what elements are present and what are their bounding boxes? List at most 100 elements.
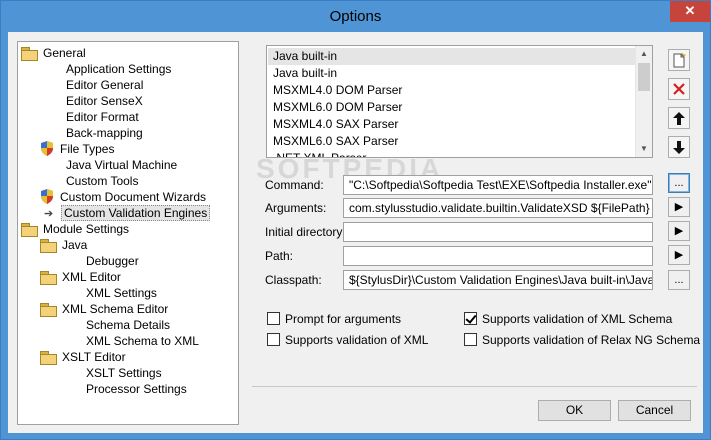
tree-item[interactable]: Processor Settings bbox=[84, 381, 189, 397]
command-field[interactable]: "C:\Softpedia\Softpedia Test\EXE\Softped… bbox=[343, 175, 653, 195]
list-item[interactable]: MSXML6.0 SAX Parser bbox=[268, 133, 636, 150]
tree-item[interactable]: XML Schema Editor bbox=[40, 301, 170, 317]
checkbox-box[interactable] bbox=[464, 312, 477, 325]
title-bar: Options ✕ bbox=[1, 1, 710, 32]
tree-item-label: XSLT Settings bbox=[86, 366, 162, 380]
arrow-up-icon bbox=[673, 111, 685, 125]
tree-item[interactable]: XML Editor bbox=[40, 269, 123, 285]
tree-item[interactable]: XML Schema to XML bbox=[84, 333, 201, 349]
tree-item-label: Editor SenseX bbox=[66, 94, 143, 108]
supports-xml-schema-checkbox[interactable]: Supports validation of XML Schema bbox=[464, 311, 672, 327]
scroll-up-arrow-icon[interactable]: ▲ bbox=[636, 46, 652, 62]
command-browse-button[interactable]: ... bbox=[668, 173, 690, 193]
folder-icon bbox=[40, 351, 57, 365]
tree-item-label: Java Virtual Machine bbox=[66, 158, 178, 172]
tree-item-label: Editor General bbox=[66, 78, 144, 92]
tree-item[interactable]: XSLT Editor bbox=[40, 349, 128, 365]
ok-button[interactable]: OK bbox=[538, 400, 611, 421]
tree-item[interactable]: Custom Document Wizards bbox=[40, 189, 208, 205]
tree-item-label: Custom Document Wizards bbox=[60, 190, 207, 204]
tree-item-label: XML Editor bbox=[62, 270, 121, 284]
scroll-thumb[interactable] bbox=[638, 63, 650, 91]
tree-item[interactable]: Debugger bbox=[84, 253, 141, 269]
supports-xml-checkbox[interactable]: Supports validation of XML bbox=[267, 332, 428, 348]
tree-item[interactable]: Editor Format bbox=[64, 109, 141, 125]
tree-item[interactable]: ➔ Custom Validation Engines bbox=[44, 205, 211, 221]
folder-icon bbox=[40, 239, 57, 253]
tree-item[interactable]: XSLT Settings bbox=[84, 365, 164, 381]
list-item[interactable]: MSXML6.0 DOM Parser bbox=[268, 99, 636, 116]
command-label: Command: bbox=[265, 178, 324, 192]
tree-item[interactable]: Back-mapping bbox=[64, 125, 145, 141]
cancel-button[interactable]: Cancel bbox=[618, 400, 691, 421]
tree-item-label: Custom Tools bbox=[66, 174, 139, 188]
delete-engine-button[interactable] bbox=[668, 78, 690, 100]
tree-item[interactable]: Java Virtual Machine bbox=[64, 157, 179, 173]
list-scrollbar[interactable]: ▲ ▼ bbox=[635, 46, 652, 157]
arguments-field[interactable]: com.stylusstudio.validate.builtin.Valida… bbox=[343, 198, 653, 218]
list-item[interactable]: Java built-in bbox=[268, 65, 636, 82]
tree-item-label: Processor Settings bbox=[86, 382, 187, 396]
window-title: Options bbox=[329, 8, 382, 25]
tree-item-label: Java bbox=[62, 238, 88, 252]
tree-item-label: XML Schema to XML bbox=[86, 334, 199, 348]
tree-item-label: XSLT Editor bbox=[62, 350, 126, 364]
tree-item-label: General bbox=[43, 46, 86, 60]
shield-icon bbox=[40, 141, 54, 156]
tree-item[interactable]: Custom Tools bbox=[64, 173, 140, 189]
shield-icon bbox=[40, 189, 54, 204]
list-item[interactable]: MSXML4.0 DOM Parser bbox=[268, 82, 636, 99]
tree-item[interactable]: Editor SenseX bbox=[64, 93, 145, 109]
initial-directory-menu-button[interactable]: ▶ bbox=[668, 221, 690, 241]
new-document-icon bbox=[673, 52, 686, 67]
tree-item-label: Back-mapping bbox=[66, 126, 143, 140]
separator bbox=[252, 386, 697, 387]
prompt-for-arguments-checkbox[interactable]: Prompt for arguments bbox=[267, 311, 401, 327]
classpath-browse-button[interactable]: ... bbox=[668, 270, 690, 290]
tree-item-label: Editor Format bbox=[66, 110, 139, 124]
tree-item[interactable]: XML Settings bbox=[84, 285, 159, 301]
validation-engines-list[interactable]: Java built-in Java built-in MSXML4.0 DOM P… bbox=[266, 45, 653, 158]
tree-item[interactable]: Module Settings bbox=[21, 221, 131, 237]
move-up-button[interactable] bbox=[668, 107, 690, 129]
list-item[interactable]: Java built-in bbox=[268, 48, 636, 65]
tree-item[interactable]: Application Settings bbox=[64, 61, 173, 77]
tree-item-label: Custom Validation Engines bbox=[61, 205, 211, 221]
tree-item[interactable]: Editor General bbox=[64, 77, 145, 93]
initial-directory-field[interactable] bbox=[343, 222, 653, 242]
path-label: Path: bbox=[265, 249, 294, 263]
classpath-field[interactable]: ${StylusDir}\Custom Validation Engines\J… bbox=[343, 270, 653, 290]
tree-item-label: Application Settings bbox=[66, 62, 172, 76]
options-tree[interactable]: General Application Settings Editor Genera… bbox=[17, 41, 239, 425]
arrow-down-icon bbox=[673, 140, 685, 154]
arguments-menu-button[interactable]: ▶ bbox=[668, 197, 690, 217]
close-button[interactable]: ✕ bbox=[670, 1, 710, 22]
arrow-right-icon: ➔ bbox=[44, 208, 54, 220]
tree-item-label: File Types bbox=[60, 142, 115, 156]
checkbox-box[interactable] bbox=[267, 312, 280, 325]
checkbox-label: Prompt for arguments bbox=[285, 312, 402, 326]
classpath-label: Classpath: bbox=[265, 273, 322, 287]
tree-item[interactable]: Java bbox=[40, 237, 89, 253]
tree-item-label: XML Schema Editor bbox=[62, 302, 169, 316]
tree-item[interactable]: Schema Details bbox=[84, 317, 172, 333]
scroll-down-arrow-icon[interactable]: ▼ bbox=[636, 141, 652, 157]
checkbox-label: Supports validation of Relax NG Schema bbox=[482, 333, 701, 347]
checkbox-box[interactable] bbox=[464, 333, 477, 346]
new-engine-button[interactable] bbox=[668, 49, 690, 71]
list-item[interactable]: MSXML4.0 SAX Parser bbox=[268, 116, 636, 133]
tree-item[interactable]: File Types bbox=[40, 141, 116, 157]
folder-icon bbox=[40, 303, 57, 317]
tree-item-label: XML Settings bbox=[86, 286, 157, 300]
folder-icon bbox=[21, 47, 38, 61]
path-menu-button[interactable]: ▶ bbox=[668, 245, 690, 265]
move-down-button[interactable] bbox=[668, 136, 690, 158]
tree-item[interactable]: General bbox=[21, 45, 88, 61]
checkbox-label: Supports validation of XML bbox=[285, 333, 429, 347]
supports-relax-ng-checkbox[interactable]: Supports validation of Relax NG Schema bbox=[464, 332, 700, 348]
path-field[interactable] bbox=[343, 246, 653, 266]
tree-item-label: Module Settings bbox=[43, 222, 130, 236]
checkbox-box[interactable] bbox=[267, 333, 280, 346]
list-item[interactable]: .NET XML Parser bbox=[268, 150, 636, 157]
tree-item-label: Schema Details bbox=[86, 318, 171, 332]
